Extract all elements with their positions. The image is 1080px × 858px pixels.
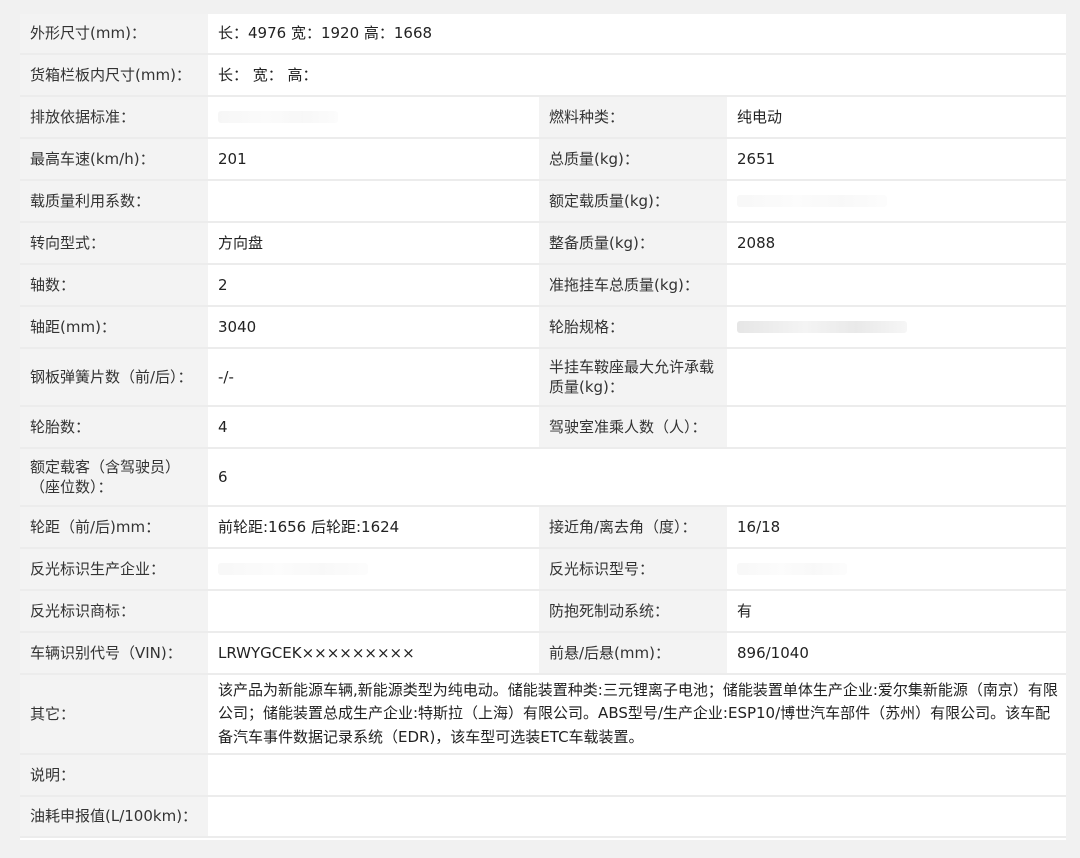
row-tire-count-cab: 轮胎数： 4 驾驶室准乘人数（人）： [20,407,1067,449]
row-speed-mass: 最高车速(km/h)： 201 总质量(kg)： 2651 [20,139,1067,181]
row-track-angles: 轮距（前/后)mm： 前轮距:1656 后轮距:1624 接近角/离去角（度）：… [20,507,1067,549]
row-load-factor: 载质量利用系数： 额定载质量(kg)： [20,181,1067,223]
row-value-2: 纯电动 [727,97,1067,139]
row-outer-dimensions: 外形尺寸(mm)： 长：4976 宽：1920 高：1668 [20,14,1067,55]
row-reflector-brand-abs: 反光标识商标： 防抱死制动系统： 有 [20,591,1067,633]
row-label: 其它： [20,675,208,755]
row-wheelbase-tire-spec: 轴距(mm)： 3040 轮胎规格： [20,307,1067,349]
row-value-2 [727,181,1067,223]
row-label: 轴数： [20,265,208,307]
row-value: 2 [208,265,539,307]
row-label: 货箱栏板内尺寸(mm)： [20,55,208,97]
spec-table: 外形尺寸(mm)： 长：4976 宽：1920 高：1668 货箱栏板内尺寸(m… [20,14,1067,838]
row-value: 长：4976 宽：1920 高：1668 [208,14,1067,55]
row-label: 轮距（前/后)mm： [20,507,208,549]
row-label-2: 轮胎规格： [539,307,727,349]
row-label: 钢板弹簧片数（前/后）： [20,349,208,407]
row-value: 6 [208,449,1067,507]
row-label-2: 准拖挂车总质量(kg)： [539,265,727,307]
row-label: 轮胎数： [20,407,208,449]
row-label-2: 额定载质量(kg)： [539,181,727,223]
row-value-2 [727,407,1067,449]
row-cargo-box-dimensions: 货箱栏板内尺寸(mm)： 长： 宽： 高： [20,55,1067,97]
row-value-2: 16/18 [727,507,1067,549]
row-value: 长： 宽： 高： [208,55,1067,97]
row-label: 油耗申报值(L/100km)： [20,797,208,838]
row-label-2: 整备质量(kg)： [539,223,727,265]
row-value-2 [727,549,1067,591]
row-label: 反光标识商标： [20,591,208,633]
row-emission-fuel: 排放依据标准： 燃料种类： 纯电动 [20,97,1067,139]
redacted-text [737,563,847,576]
row-label-2: 半挂车鞍座最大允许承载质量(kg)： [539,349,727,407]
row-label-2: 防抱死制动系统： [539,591,727,633]
row-value-2 [727,265,1067,307]
row-value [208,97,539,139]
row-leaf-spring-saddle: 钢板弹簧片数（前/后）： -/- 半挂车鞍座最大允许承载质量(kg)： [20,349,1067,407]
row-reflector-maker-model: 反光标识生产企业： 反光标识型号： [20,549,1067,591]
row-value-2 [727,349,1067,407]
row-label-2: 驾驶室准乘人数（人）： [539,407,727,449]
vehicle-spec-sheet: 外形尺寸(mm)： 长：4976 宽：1920 高：1668 货箱栏板内尺寸(m… [20,14,1067,840]
row-value: -/- [208,349,539,407]
row-value [208,591,539,633]
row-vin-overhang: 车辆识别代号（VIN)： LRWYGCEK××××××××× 前悬/后悬(mm)… [20,633,1067,675]
row-other-notes: 其它： 该产品为新能源车辆,新能源类型为纯电动。储能装置种类:三元锂离子电池；储… [20,675,1067,755]
row-value-2: 2651 [727,139,1067,181]
row-label: 载质量利用系数： [20,181,208,223]
row-value-2: 2088 [727,223,1067,265]
row-label-2: 接近角/离去角（度）： [539,507,727,549]
row-value [208,797,1067,838]
row-label: 外形尺寸(mm)： [20,14,208,55]
row-label: 车辆识别代号（VIN)： [20,633,208,675]
row-description: 说明： [20,755,1067,797]
row-label: 转向型式： [20,223,208,265]
redacted-text [218,111,338,124]
row-label-2: 总质量(kg)： [539,139,727,181]
row-steering-curb-mass: 转向型式： 方向盘 整备质量(kg)： 2088 [20,223,1067,265]
row-axles-trailer: 轴数： 2 准拖挂车总质量(kg)： [20,265,1067,307]
row-value-2: 有 [727,591,1067,633]
row-label-2: 前悬/后悬(mm)： [539,633,727,675]
row-value: 201 [208,139,539,181]
row-label: 说明： [20,755,208,797]
redacted-text [737,321,907,334]
row-label: 反光标识生产企业： [20,549,208,591]
row-rated-passengers: 额定载客（含驾驶员）（座位数）： 6 [20,449,1067,507]
row-label: 额定载客（含驾驶员）（座位数）： [20,449,208,507]
row-label: 轴距(mm)： [20,307,208,349]
row-value: 方向盘 [208,223,539,265]
redacted-text [737,195,887,208]
row-value: LRWYGCEK××××××××× [208,633,539,675]
row-fuel-consumption: 油耗申报值(L/100km)： [20,797,1067,838]
row-label-2: 反光标识型号： [539,549,727,591]
redacted-text [218,563,368,576]
row-label: 排放依据标准： [20,97,208,139]
row-value: 该产品为新能源车辆,新能源类型为纯电动。储能装置种类:三元锂离子电池；储能装置单… [208,675,1067,755]
row-value [208,755,1067,797]
row-value-2: 896/1040 [727,633,1067,675]
row-value: 4 [208,407,539,449]
row-label-2: 燃料种类： [539,97,727,139]
row-label: 最高车速(km/h)： [20,139,208,181]
row-value-2 [727,307,1067,349]
row-value [208,181,539,223]
row-value: 前轮距:1656 后轮距:1624 [208,507,539,549]
row-value: 3040 [208,307,539,349]
row-value [208,549,539,591]
